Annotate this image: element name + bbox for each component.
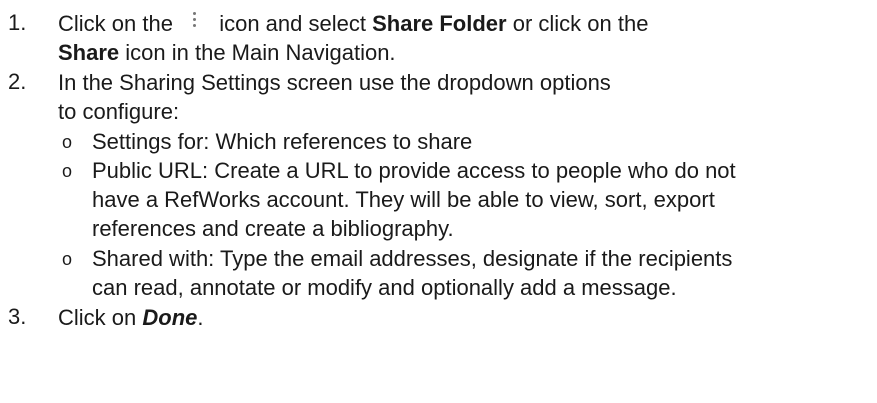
step-1-text-post: icon and select [219, 11, 366, 36]
bullet-marker: o [62, 161, 73, 181]
share-folder-label: Share Folder [372, 11, 507, 36]
step-1-number: 1. [8, 10, 27, 35]
step-3-period: . [197, 305, 204, 330]
instructions-document: 1. Click on the icon and select Share Fo… [0, 0, 877, 403]
bullet-public-url-line-1: Public URL: Create a URL to provide acce… [92, 158, 736, 183]
step-2-line-1: In the Sharing Settings screen use the d… [58, 70, 611, 95]
step-2-number: 2. [8, 69, 27, 94]
step-1-text-pre: Click on the [58, 11, 173, 36]
kebab-menu-icon [185, 10, 203, 32]
bullet-public-url-line-3: references and create a bibliography. [92, 216, 454, 241]
bullet-shared-with-line-1: Shared with: Type the email addresses, d… [92, 246, 733, 271]
bullet-settings-for: Settings for: Which references to share [92, 129, 473, 154]
bullet-public-url-line-2: have a RefWorks account. They will be ab… [92, 187, 715, 212]
step-1-line-2: Share icon in the Main Navigation. [58, 39, 396, 67]
step-1-text-line2: icon in the Main Navigation. [125, 40, 396, 65]
step-1-text-tail: or click on the [512, 11, 649, 36]
step-1-line-1: Click on the icon and select Share Folde… [58, 10, 648, 38]
step-3-number: 3. [8, 304, 27, 329]
step-3-line: Click on Done. [58, 304, 204, 332]
share-label: Share [58, 40, 120, 65]
bullet-shared-with-line-2: can read, annotate or modify and optiona… [92, 275, 677, 300]
step-3-text-pre: Click on [58, 305, 137, 330]
bullet-marker: o [62, 249, 73, 269]
bullet-marker: o [62, 132, 73, 152]
done-label: Done [142, 305, 198, 330]
step-2-line-2: to configure: [58, 99, 180, 124]
